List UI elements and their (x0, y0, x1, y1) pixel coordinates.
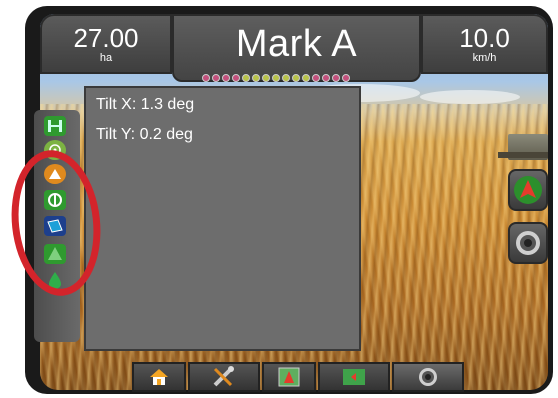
boom-section-dot (322, 74, 330, 82)
status-icon[interactable] (44, 116, 66, 136)
boom-section-dot (232, 74, 240, 82)
tools-button[interactable] (188, 362, 260, 392)
boom-section-dot (272, 74, 280, 82)
boom-section-dot (342, 74, 350, 82)
camera-icon (419, 368, 437, 386)
boom-section-dot (202, 74, 210, 82)
boom-section-dots (202, 74, 350, 84)
page-title: Mark A (235, 23, 358, 65)
boom-section-dot (332, 74, 340, 82)
area-unit: ha (99, 52, 113, 64)
guidance-button[interactable] (508, 169, 548, 211)
area-value: 27.00 (73, 23, 139, 53)
field-view-icon (343, 369, 365, 385)
boom-section-dot (312, 74, 320, 82)
field-view-button[interactable] (318, 362, 390, 392)
cloud (420, 90, 520, 104)
guidance-arrow-icon (514, 176, 542, 204)
combine-harvester (498, 134, 548, 160)
home-icon (150, 369, 168, 385)
tilt-info-panel: Tilt X: 1.3 deg Tilt Y: 0.2 deg (84, 86, 361, 351)
vehicle-view-button[interactable] (262, 362, 316, 392)
boom-section-dot (282, 74, 290, 82)
boom-section-dot (292, 74, 300, 82)
camera-icon (516, 231, 540, 255)
tools-icon (213, 366, 234, 387)
boom-section-dot (212, 74, 220, 82)
tilt-y-readout: Tilt Y: 0.2 deg (96, 126, 193, 143)
area-tile[interactable]: 27.00 ha (40, 14, 172, 74)
boom-section-dot (302, 74, 310, 82)
boom-section-dot (242, 74, 250, 82)
boom-section-dot (222, 74, 230, 82)
vehicle-view-icon (278, 367, 300, 387)
speed-value: 10.0 (459, 23, 510, 53)
camera-toggle-button[interactable] (508, 222, 548, 264)
tilt-x-readout: Tilt X: 1.3 deg (96, 96, 195, 113)
home-button[interactable] (132, 362, 186, 392)
camera-view-button[interactable] (392, 362, 464, 392)
title-tile: Mark A (172, 14, 421, 82)
speed-tile[interactable]: 10.0 km/h (421, 14, 548, 74)
speed-unit: km/h (472, 52, 497, 64)
boom-section-dot (262, 74, 270, 82)
boom-section-dot (252, 74, 260, 82)
